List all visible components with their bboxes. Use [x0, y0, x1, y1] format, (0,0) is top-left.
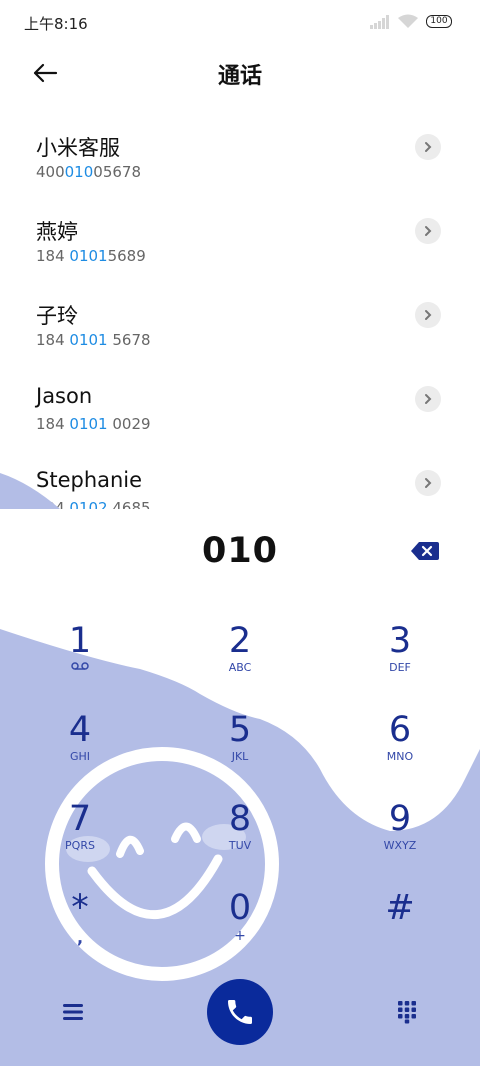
contact-name: Jason — [36, 384, 93, 408]
backspace-button[interactable] — [410, 541, 444, 563]
phone-icon — [228, 1000, 252, 1024]
dialpad-toggle-button[interactable] — [390, 995, 424, 1029]
contact-row[interactable]: Jason 184 0101 0029 — [0, 370, 480, 454]
dial-number-display: 010 — [201, 531, 279, 571]
signal-icon — [370, 14, 389, 29]
header: 通话 — [0, 46, 480, 102]
backspace-icon — [411, 542, 439, 560]
key-6[interactable]: 6 MNO — [340, 710, 460, 790]
contact-name: 燕婷 — [36, 220, 78, 244]
chevron-right-icon — [425, 226, 432, 236]
chevron-right-icon — [425, 142, 432, 152]
wifi-icon — [398, 14, 418, 28]
menu-icon — [63, 1004, 83, 1020]
chevron-right-icon — [425, 478, 432, 488]
status-time: 上午8:16 — [24, 15, 88, 33]
contact-row[interactable]: 燕婷 184 01015689 — [0, 202, 480, 286]
key-1[interactable]: 1 — [20, 621, 140, 701]
key-4[interactable]: 4 GHI — [20, 710, 140, 790]
call-button[interactable] — [207, 979, 273, 1045]
contact-name: 子玲 — [36, 304, 78, 328]
key-8[interactable]: 8 TUV — [180, 799, 300, 879]
menu-button[interactable] — [56, 995, 90, 1029]
contact-detail-button[interactable] — [415, 302, 441, 328]
key-hash[interactable]: # — [340, 888, 460, 968]
dialpad-icon — [398, 1001, 416, 1024]
key-3[interactable]: 3 DEF — [340, 621, 460, 701]
contact-detail-button[interactable] — [415, 218, 441, 244]
chevron-right-icon — [425, 310, 432, 320]
key-star[interactable]: * , — [20, 888, 140, 968]
key-5[interactable]: 5 JKL — [180, 710, 300, 790]
key-7[interactable]: 7 PQRS — [20, 799, 140, 879]
dialer-panel: 010 1 2 ABC 3 DEF 4 GHI 5 JKL 6 MNO 7 PQ… — [0, 509, 480, 1066]
voicemail-icon — [71, 662, 89, 670]
contact-name: 小米客服 — [36, 136, 120, 160]
contact-row[interactable]: 子玲 184 0101 5678 — [0, 286, 480, 370]
contact-detail-button[interactable] — [415, 470, 441, 496]
chevron-right-icon — [425, 394, 432, 404]
contact-row[interactable]: 小米客服 40001005678 — [0, 118, 480, 202]
status-icons: 100 — [370, 14, 452, 29]
key-2[interactable]: 2 ABC — [180, 621, 300, 701]
contact-number: 40001005678 — [36, 163, 141, 181]
contact-number: 184 0101 5678 — [36, 331, 151, 349]
key-9[interactable]: 9 WXYZ — [340, 799, 460, 879]
battery-icon: 100 — [426, 15, 452, 28]
contact-detail-button[interactable] — [415, 386, 441, 412]
key-0[interactable]: 0 + — [180, 888, 300, 968]
status-bar: 上午8:16 100 — [0, 0, 480, 46]
contact-number: 184 0101 0029 — [36, 415, 151, 433]
wallpaper-wave — [0, 473, 60, 509]
contact-number: 184 01015689 — [36, 247, 146, 265]
page-title: 通话 — [217, 64, 262, 89]
contact-list: 小米客服 40001005678 燕婷 184 01015689 子玲 184 … — [0, 118, 480, 509]
contact-detail-button[interactable] — [415, 134, 441, 160]
